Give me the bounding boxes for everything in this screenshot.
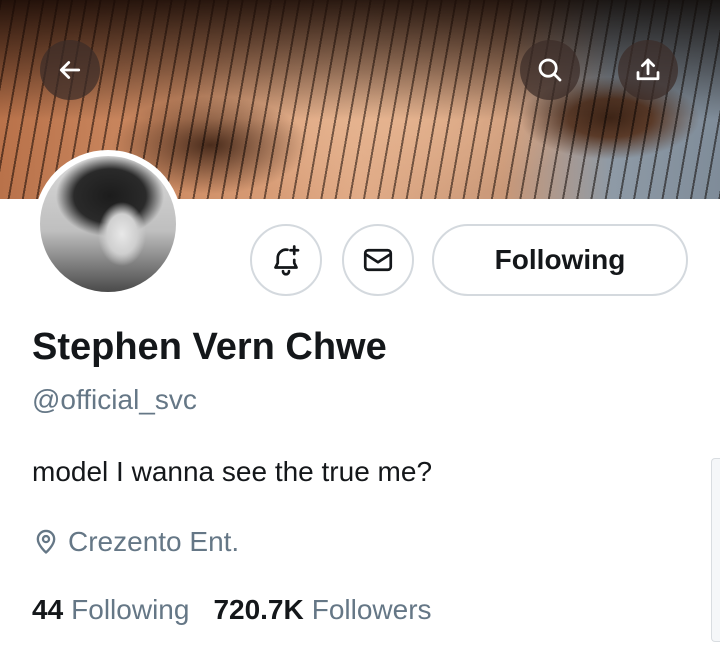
display-name: Stephen Vern Chwe bbox=[32, 326, 387, 368]
share-upload-icon bbox=[636, 58, 660, 81]
location-pin-icon bbox=[36, 529, 56, 554]
search-icon bbox=[538, 58, 562, 82]
bell-plus-icon bbox=[274, 245, 300, 276]
profile-bio: model I wanna see the true me? bbox=[32, 456, 433, 487]
user-handle: @official_svc bbox=[32, 384, 197, 415]
followers-count: 720.7K bbox=[213, 594, 304, 625]
location-text: Crezento Ent. bbox=[68, 526, 240, 557]
search-button[interactable] bbox=[520, 40, 580, 100]
scrollbar[interactable] bbox=[711, 458, 720, 642]
envelope-icon bbox=[363, 248, 393, 272]
share-button[interactable] bbox=[618, 40, 678, 100]
profile-location: Crezento Ent. bbox=[32, 526, 239, 558]
followers-label: Followers bbox=[311, 594, 432, 625]
followers-stat[interactable]: 720.7K Followers bbox=[213, 594, 431, 626]
following-button[interactable]: Following bbox=[432, 224, 688, 296]
notifications-button[interactable] bbox=[250, 224, 322, 296]
avatar[interactable] bbox=[34, 150, 182, 298]
following-label: Following bbox=[71, 594, 190, 625]
following-stat[interactable]: 44 Following bbox=[32, 594, 189, 626]
back-button[interactable] bbox=[40, 40, 100, 100]
message-button[interactable] bbox=[342, 224, 414, 296]
profile-stats: 44 Following 720.7K Followers bbox=[32, 594, 432, 626]
arrow-left-icon bbox=[59, 61, 81, 79]
avatar-image bbox=[40, 156, 176, 292]
following-count: 44 bbox=[32, 594, 64, 625]
